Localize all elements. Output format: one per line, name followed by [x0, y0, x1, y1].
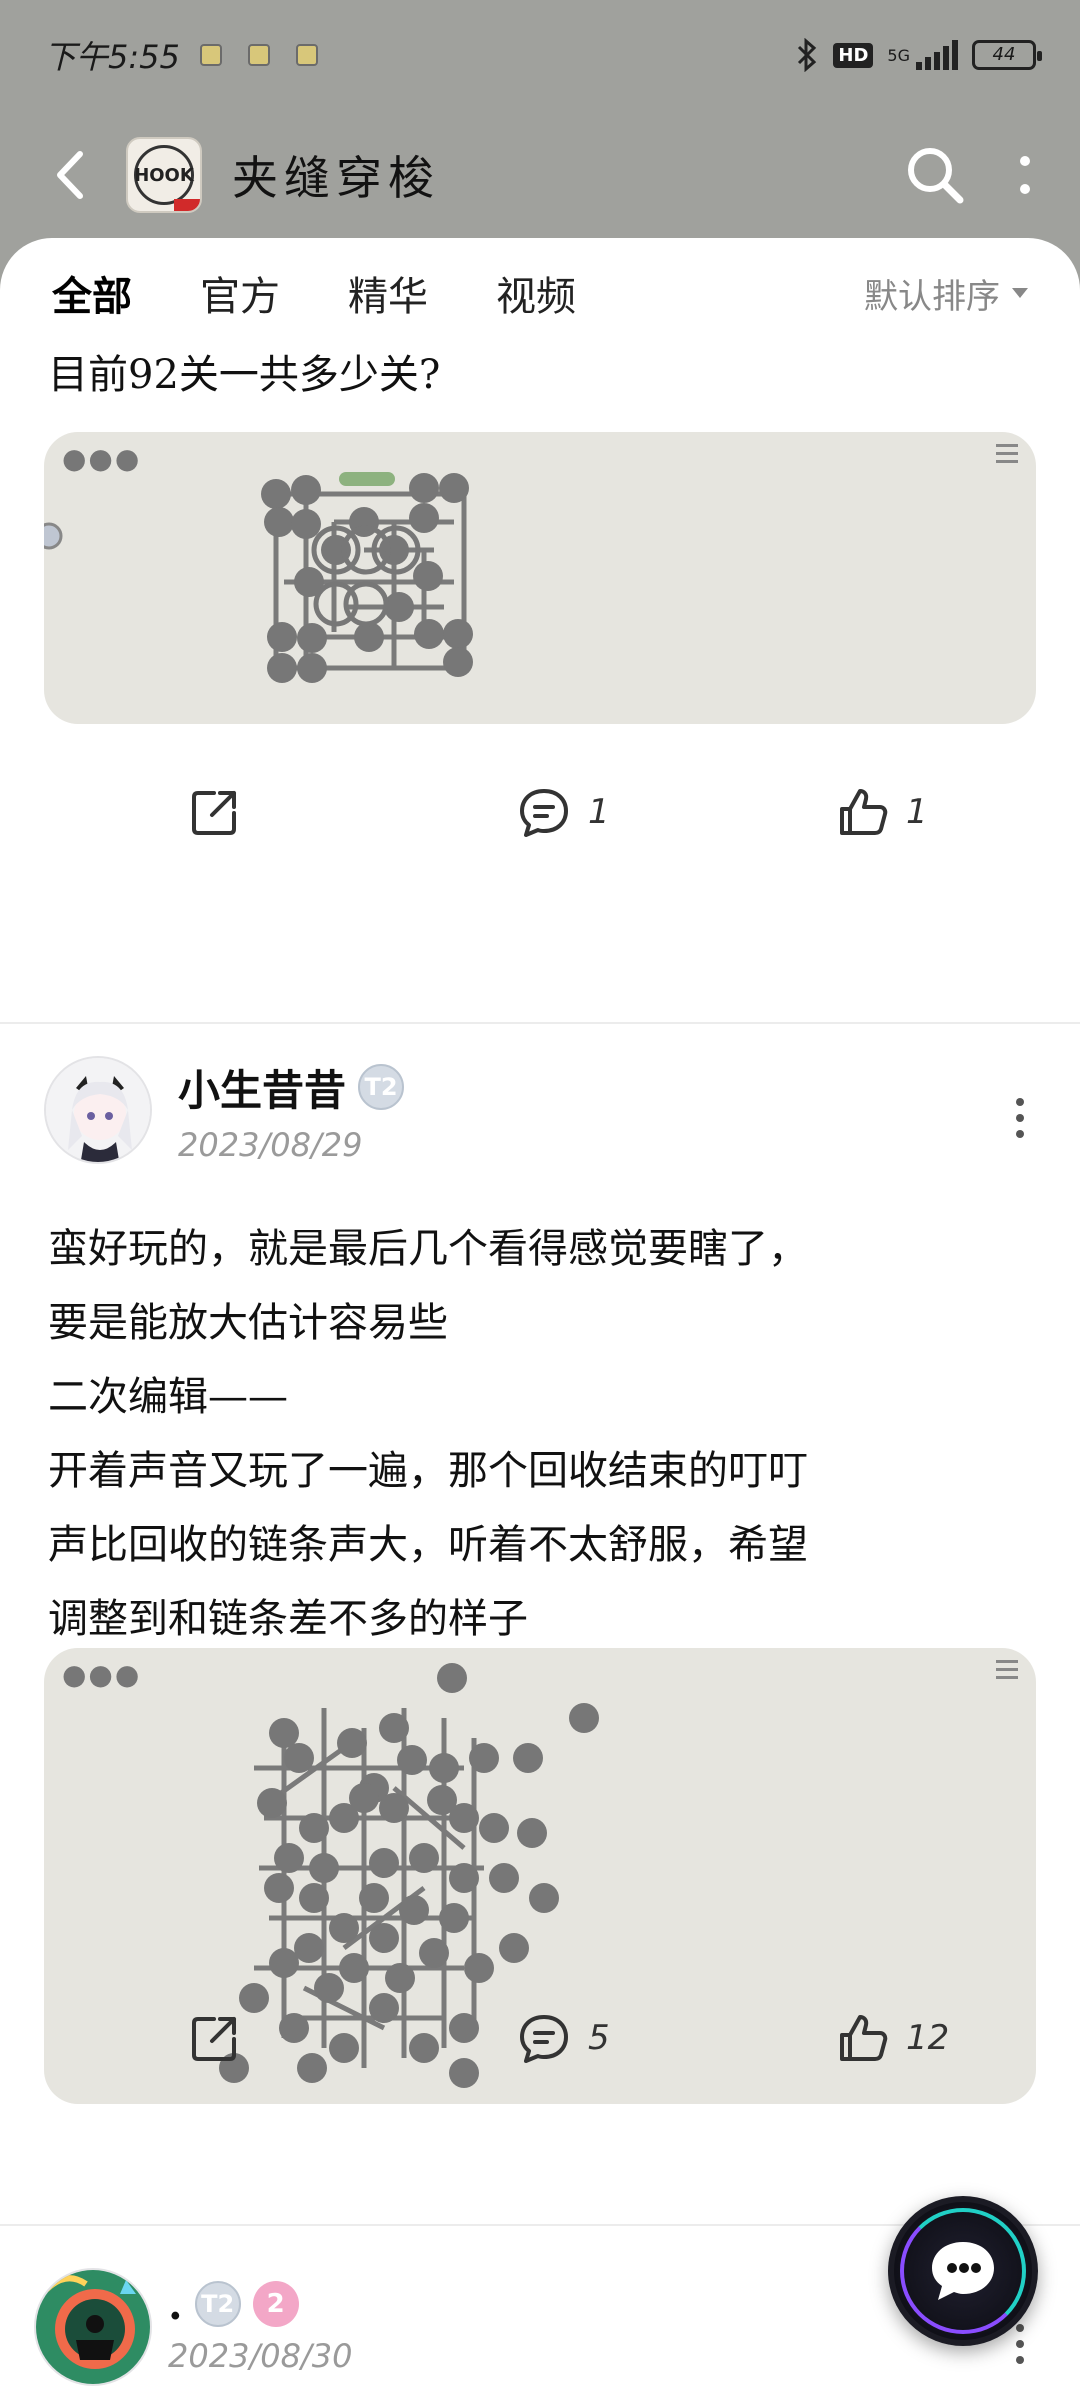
- author-meta: . T2 2 2023/08/30: [168, 2280, 352, 2375]
- post-text-line: 要是能放大估计容易些: [48, 1300, 448, 1346]
- author-name-row: . T2 2: [168, 2280, 352, 2329]
- search-icon[interactable]: [900, 140, 970, 210]
- tier-badge: T2: [194, 2281, 241, 2327]
- tab-video[interactable]: 视频: [496, 264, 576, 322]
- back-icon[interactable]: [40, 145, 100, 205]
- sort-dropdown[interactable]: 默认排序: [864, 269, 1028, 318]
- notification-icon: [295, 44, 318, 66]
- author-name-row: 小生昔昔 T2: [178, 1057, 405, 1118]
- game-board-graphic: [44, 472, 473, 683]
- like-count: 12: [906, 2018, 950, 2058]
- app-title: 夹缝穿梭: [232, 151, 440, 205]
- post-date: 2023/08/29: [178, 1125, 363, 1164]
- post-author[interactable]: 小生昔昔 T2 2023/08/29: [44, 1056, 405, 1164]
- avatar[interactable]: [44, 1056, 152, 1164]
- like-button[interactable]: 1: [836, 762, 928, 862]
- author-meta: 小生昔昔 T2 2023/08/29: [178, 1057, 405, 1164]
- share-button[interactable]: [188, 1988, 242, 2088]
- post-image[interactable]: ●●●: [44, 432, 1036, 724]
- tab-official[interactable]: 官方: [200, 264, 280, 322]
- comment-button[interactable]: 5: [516, 1988, 610, 2088]
- post-text-line: 开着声音又玩了一遍，那个回收结束的叮叮: [48, 1448, 808, 1494]
- app-logo-mark: HOOK: [134, 145, 194, 205]
- compose-chat-button[interactable]: [888, 2196, 1038, 2346]
- comment-icon: [520, 2015, 568, 2063]
- comment-icon: [520, 789, 568, 837]
- post-text-line: 声比回收的链条声大，听着不太舒服，希望: [48, 1522, 808, 1568]
- post-text-line: 调整到和链条差不多的样子: [48, 1596, 528, 1642]
- comment-count: 5: [588, 2018, 610, 2058]
- like-count: 1: [906, 792, 928, 832]
- app-logo[interactable]: HOOK: [126, 137, 202, 213]
- post-text[interactable]: 目前92关一共多少关?: [48, 338, 440, 412]
- post-date: 2023/08/30: [168, 2336, 353, 2375]
- status-time: 下午5:55: [44, 38, 180, 76]
- post-actions: 5 12: [0, 1988, 1080, 2088]
- notification-icon: [247, 44, 270, 66]
- chevron-down-icon: [1012, 288, 1028, 298]
- author-name[interactable]: .: [168, 2280, 183, 2329]
- notification-icons: [199, 44, 318, 66]
- thumbs-up-icon: [840, 2015, 888, 2061]
- tab-all[interactable]: 全部: [52, 264, 132, 328]
- author-name[interactable]: 小生昔昔: [178, 1057, 346, 1118]
- status-bar: 下午5:55 HD 5G 44: [0, 0, 1080, 110]
- network-type: 5G: [887, 45, 910, 65]
- hd-badge: HD: [833, 42, 874, 68]
- more-options-icon[interactable]: [1010, 140, 1040, 210]
- post-text[interactable]: 蛮好玩的，就是最后几个看得感觉要瞎了， 要是能放大估计容易些 二次编辑—— 开着…: [48, 1212, 808, 1656]
- level-badge: 2: [252, 2281, 299, 2327]
- share-button[interactable]: [188, 762, 242, 862]
- comment-count: 1: [588, 792, 610, 832]
- sort-label: 默认排序: [864, 276, 1000, 317]
- notification-icon: [199, 44, 222, 66]
- app-bar: HOOK 夹缝穿梭: [0, 110, 1080, 240]
- divider: [0, 1022, 1080, 1024]
- content-sheet: 全部 官方 精华 视频 默认排序 目前92关一共多少关? ●●● 1 1 小生昔…: [0, 238, 1080, 2400]
- post-text-line: 目前92关一共多少关?: [48, 352, 441, 398]
- post-more-icon[interactable]: [1010, 1098, 1030, 1138]
- post-text-line: 二次编辑——: [48, 1374, 288, 1420]
- like-button[interactable]: 12: [836, 1988, 949, 2088]
- post-actions: 1 1: [0, 762, 1080, 862]
- chat-bubble-icon: [932, 2242, 994, 2300]
- post-author[interactable]: . T2 2 2023/08/30: [34, 2268, 352, 2386]
- app-logo-tag: [174, 199, 200, 211]
- comment-button[interactable]: 1: [516, 762, 610, 862]
- avatar[interactable]: [34, 2268, 152, 2386]
- tab-featured[interactable]: 精华: [348, 264, 428, 322]
- post-more-icon[interactable]: [1010, 2324, 1030, 2364]
- battery-icon: 44: [972, 40, 1042, 70]
- bluetooth-icon: [798, 38, 817, 72]
- status-right: HD 5G 44: [795, 38, 1042, 72]
- share-icon: [192, 2017, 236, 2061]
- thumbs-up-icon: [840, 789, 888, 835]
- tier-badge: T2: [358, 1064, 405, 1110]
- tab-bar: 全部 官方 精华 视频 默认排序: [0, 238, 1080, 348]
- post-text-line: 蛮好玩的，就是最后几个看得感觉要瞎了，: [48, 1226, 808, 1272]
- signal-icon: [916, 40, 958, 70]
- share-icon: [192, 791, 236, 835]
